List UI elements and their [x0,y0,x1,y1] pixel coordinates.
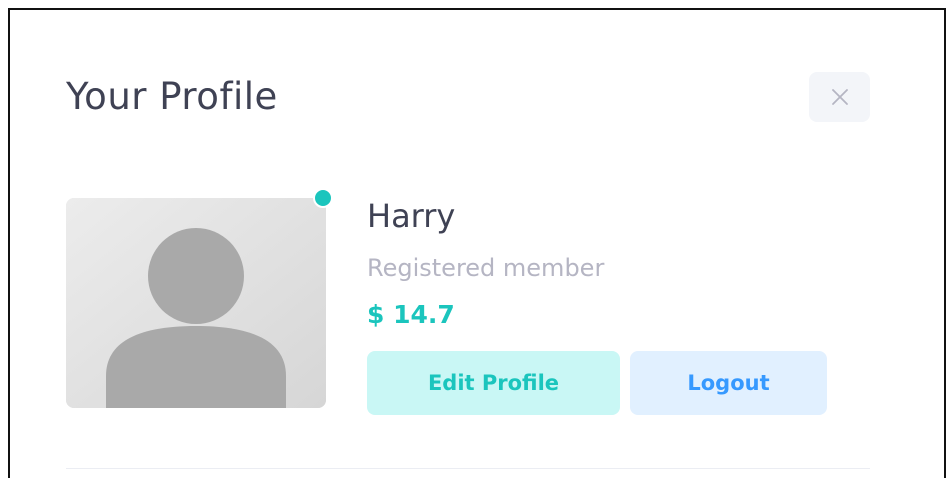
user-balance: $ 14.7 [367,300,455,329]
close-button[interactable] [809,72,870,122]
online-status-dot [313,188,333,208]
logout-button[interactable]: Logout [630,351,827,415]
user-name: Harry [367,197,456,235]
panel-title: Your Profile [66,75,278,118]
section-divider [66,468,870,469]
avatar [66,198,326,408]
user-role: Registered member [367,254,605,282]
user-placeholder-icon [66,198,326,408]
edit-profile-button[interactable]: Edit Profile [367,351,620,415]
close-icon [831,89,848,105]
